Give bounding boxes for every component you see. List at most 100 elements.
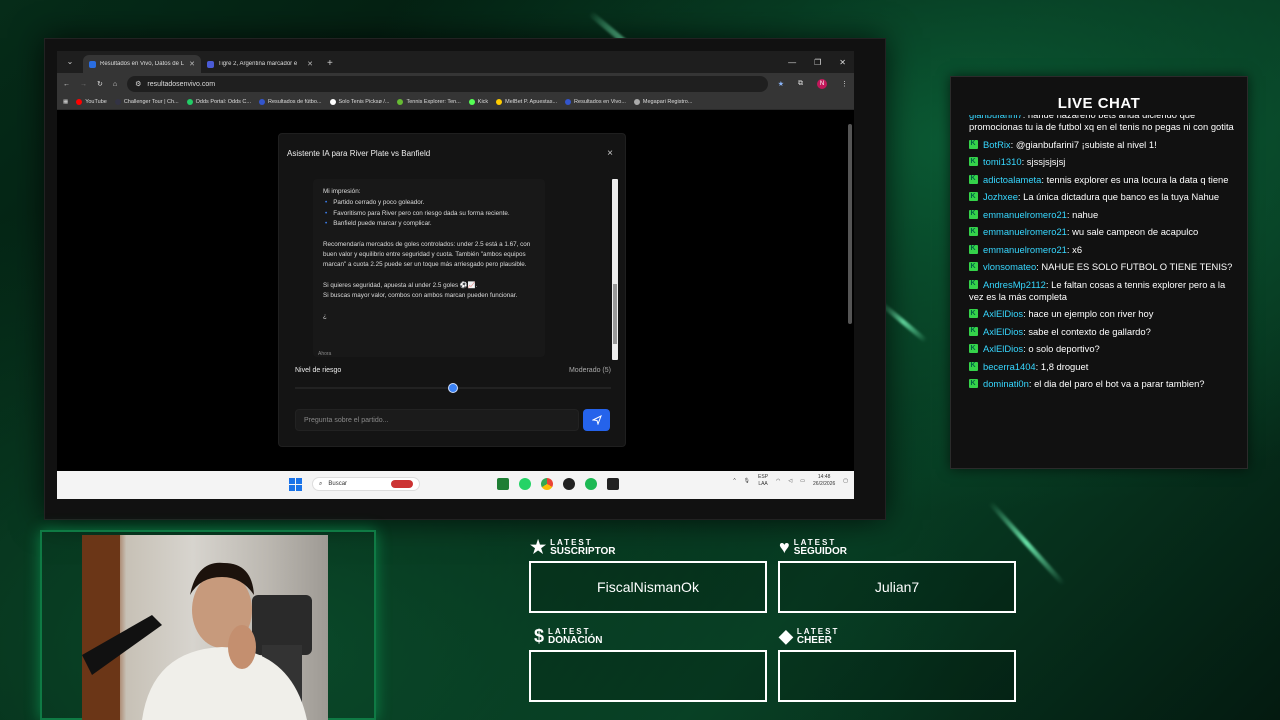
home-icon[interactable]: ⌂ — [113, 81, 117, 88]
tray-chevron-icon[interactable]: ^ — [733, 478, 735, 484]
tab-search-icon[interactable]: ⌄ — [63, 55, 77, 69]
chat-username[interactable]: AndresMp2112 — [983, 279, 1046, 290]
battery-icon[interactable]: ▭ — [800, 478, 805, 484]
kick-badge-icon — [969, 325, 978, 337]
chat-message: BotRix: @gianbufarini7 ¡subiste al nivel… — [969, 138, 1237, 151]
message-scrollbar[interactable] — [612, 179, 618, 360]
restore-icon[interactable]: ❐ — [814, 58, 821, 67]
chat-username[interactable]: gianbufarini7 — [969, 115, 1023, 120]
language-indicator[interactable]: ESP LAA — [758, 474, 768, 488]
close-icon[interactable]: × — [607, 148, 613, 159]
kick-badge-icon — [969, 308, 978, 320]
bookmark-item[interactable]: Solo Tenis Picksø /... — [329, 99, 389, 105]
chat-username[interactable]: AxlElDios — [983, 326, 1023, 337]
volume-icon[interactable]: ◁ — [788, 478, 792, 484]
chat-message: AndresMp2112: Le faltan cosas a tennis e… — [969, 278, 1237, 303]
chat-text: hace un ejemplo con river hoy — [1028, 308, 1154, 319]
chat-username[interactable]: becerra1404 — [983, 361, 1036, 372]
bookmark-item[interactable]: Tennis Explorer: Ten... — [397, 99, 461, 105]
window-controls: — ❐ ✕ — [788, 58, 854, 73]
chat-username[interactable]: emmanuelromero21 — [983, 226, 1067, 237]
chat-username[interactable]: emmanuelromero21 — [983, 209, 1067, 220]
bookmark-item[interactable]: Kick — [468, 99, 488, 105]
message-timestamp: Ahora — [318, 351, 332, 357]
address-bar[interactable]: ⚙ resultadosenvivo.com — [127, 76, 768, 92]
tab-close-icon[interactable]: ✕ — [189, 60, 195, 68]
forward-icon[interactable]: → — [80, 81, 87, 88]
slider-handle[interactable] — [448, 383, 458, 393]
bookmark-star-icon[interactable]: ★ — [778, 80, 784, 88]
address-toolbar: ← → ↻ ⌂ ⚙ resultadosenvivo.com ★ ⧉ N ⋮ — [57, 73, 854, 95]
kick-badge-icon — [969, 138, 978, 150]
tab-tigre[interactable]: Tigre 2, Argentina marcador e ✕ — [201, 55, 319, 73]
latest-donacion-label: $ LATEST DONACIÓN — [534, 625, 603, 646]
chat-username[interactable]: BotRix — [983, 139, 1011, 150]
chat-username[interactable]: dominati0n — [983, 378, 1029, 389]
question-input[interactable]: Pregunta sobre el partido... — [295, 409, 579, 431]
chat-username[interactable]: adictoalameta — [983, 174, 1041, 185]
tab-close-icon[interactable]: ✕ — [307, 60, 313, 68]
chat-username[interactable]: AxlElDios — [983, 308, 1023, 319]
windows-taskbar: ⌕ Buscar ^ 🎙 ESP LAA ◠ ◁ ▭ 14:48 26/2/20… — [57, 471, 854, 499]
chat-text: nahue — [1072, 208, 1099, 220]
chat-username[interactable]: vlonsomateo — [983, 261, 1036, 272]
notifications-icon[interactable]: ▢ — [843, 478, 848, 484]
bookmark-item[interactable]: MelBet P. Apuestas... — [496, 99, 557, 105]
bookmark-item[interactable]: Megapari Registro... — [633, 99, 692, 105]
sticky-notes-icon[interactable] — [607, 478, 619, 490]
chat-text: sjssjsjsjsj — [1026, 156, 1066, 167]
impression-heading: Mi impresión: — [323, 188, 361, 195]
site-info-icon[interactable]: ⚙ — [135, 80, 141, 88]
url-text: resultadosenvivo.com — [147, 80, 216, 88]
mic-icon[interactable]: 🎙 — [744, 478, 750, 484]
send-button[interactable] — [583, 409, 610, 431]
whatsapp-icon[interactable] — [519, 478, 531, 490]
menu-dots-icon[interactable]: ⋮ — [841, 80, 848, 88]
latest-suscriptor-box: FiscalNismanOk — [529, 561, 767, 613]
list-item: Favoritismo para River pero con riesgo d… — [323, 209, 535, 219]
extensions-icon[interactable]: ⧉ — [798, 80, 803, 88]
page-scrollbar[interactable] — [848, 114, 852, 464]
profile-avatar[interactable]: N — [817, 79, 827, 89]
bookmark-item[interactable]: Odds Portal: Odds C... — [186, 99, 251, 105]
chat-message: Jozhxee: La única dictadura que banco es… — [969, 191, 1237, 203]
taskbar-search[interactable]: ⌕ Buscar — [312, 477, 420, 491]
latest-cheer-box — [778, 650, 1016, 702]
chat-username[interactable]: Jozhxee — [983, 191, 1018, 202]
chat-username[interactable]: tomi1310 — [983, 156, 1022, 167]
impression-list: Partido cerrado y poco goleador. Favorit… — [323, 198, 535, 229]
modal-header: Asistente IA para River Plate vs Banfiel… — [279, 134, 625, 172]
wifi-icon[interactable]: ◠ — [776, 478, 780, 484]
favicon-icon — [207, 60, 214, 68]
recommendation-text: Recomendaría mercados de goles controlad… — [323, 240, 531, 269]
bookmark-item[interactable]: Resultados en Vivo... — [565, 99, 626, 105]
clock[interactable]: 14:48 26/2/2026 — [813, 474, 835, 488]
assistant-message: Mi impresión: Partido cerrado y poco gol… — [313, 179, 545, 357]
heart-icon: ♥ — [779, 536, 790, 557]
bookmark-item[interactable]: Challenger Tour | Ch... — [114, 99, 179, 105]
back-icon[interactable]: ← — [63, 81, 70, 88]
live-chat-panel: LIVE CHAT gianbufarini7: nahue nazareno … — [950, 76, 1248, 469]
spreadsheet-app-icon[interactable] — [497, 478, 509, 490]
risk-slider[interactable] — [295, 383, 611, 393]
chat-username[interactable]: emmanuelromero21 — [983, 244, 1067, 255]
chat-text: La única dictadura que banco es la tuya … — [1023, 191, 1220, 202]
apps-grid-icon[interactable]: ▦ — [63, 99, 68, 105]
chrome-icon[interactable] — [541, 478, 553, 490]
chat-message: vlonsomateo: NAHUE ES SOLO FUTBOL O TIEN… — [969, 261, 1237, 273]
system-tray: ^ 🎙 ESP LAA ◠ ◁ ▭ 14:48 26/2/2026 ▢ — [733, 474, 848, 488]
reload-icon[interactable]: ↻ — [97, 80, 103, 88]
windows-start-icon[interactable] — [289, 477, 302, 491]
bookmark-item[interactable]: Resultados de fútbo... — [258, 99, 322, 105]
browser-inner: ⌄ Resultados en Vivo, Datos de L ✕ Tigre… — [57, 51, 854, 499]
chat-message: gianbufarini7: nahue nazareno bets anda … — [969, 115, 1237, 133]
chat-username[interactable]: AxlElDios — [983, 343, 1023, 354]
obs-icon[interactable] — [563, 478, 575, 490]
minimize-icon[interactable]: — — [788, 58, 796, 67]
close-window-icon[interactable]: ✕ — [839, 58, 846, 67]
tab-resultados[interactable]: Resultados en Vivo, Datos de L ✕ — [83, 55, 201, 73]
spotify-icon[interactable] — [585, 478, 597, 490]
safety-text: Si quieres seguridad, apuesta al under 2… — [323, 281, 535, 302]
new-tab-icon[interactable]: + — [327, 58, 333, 69]
bookmark-item[interactable]: YouTube — [76, 99, 107, 105]
